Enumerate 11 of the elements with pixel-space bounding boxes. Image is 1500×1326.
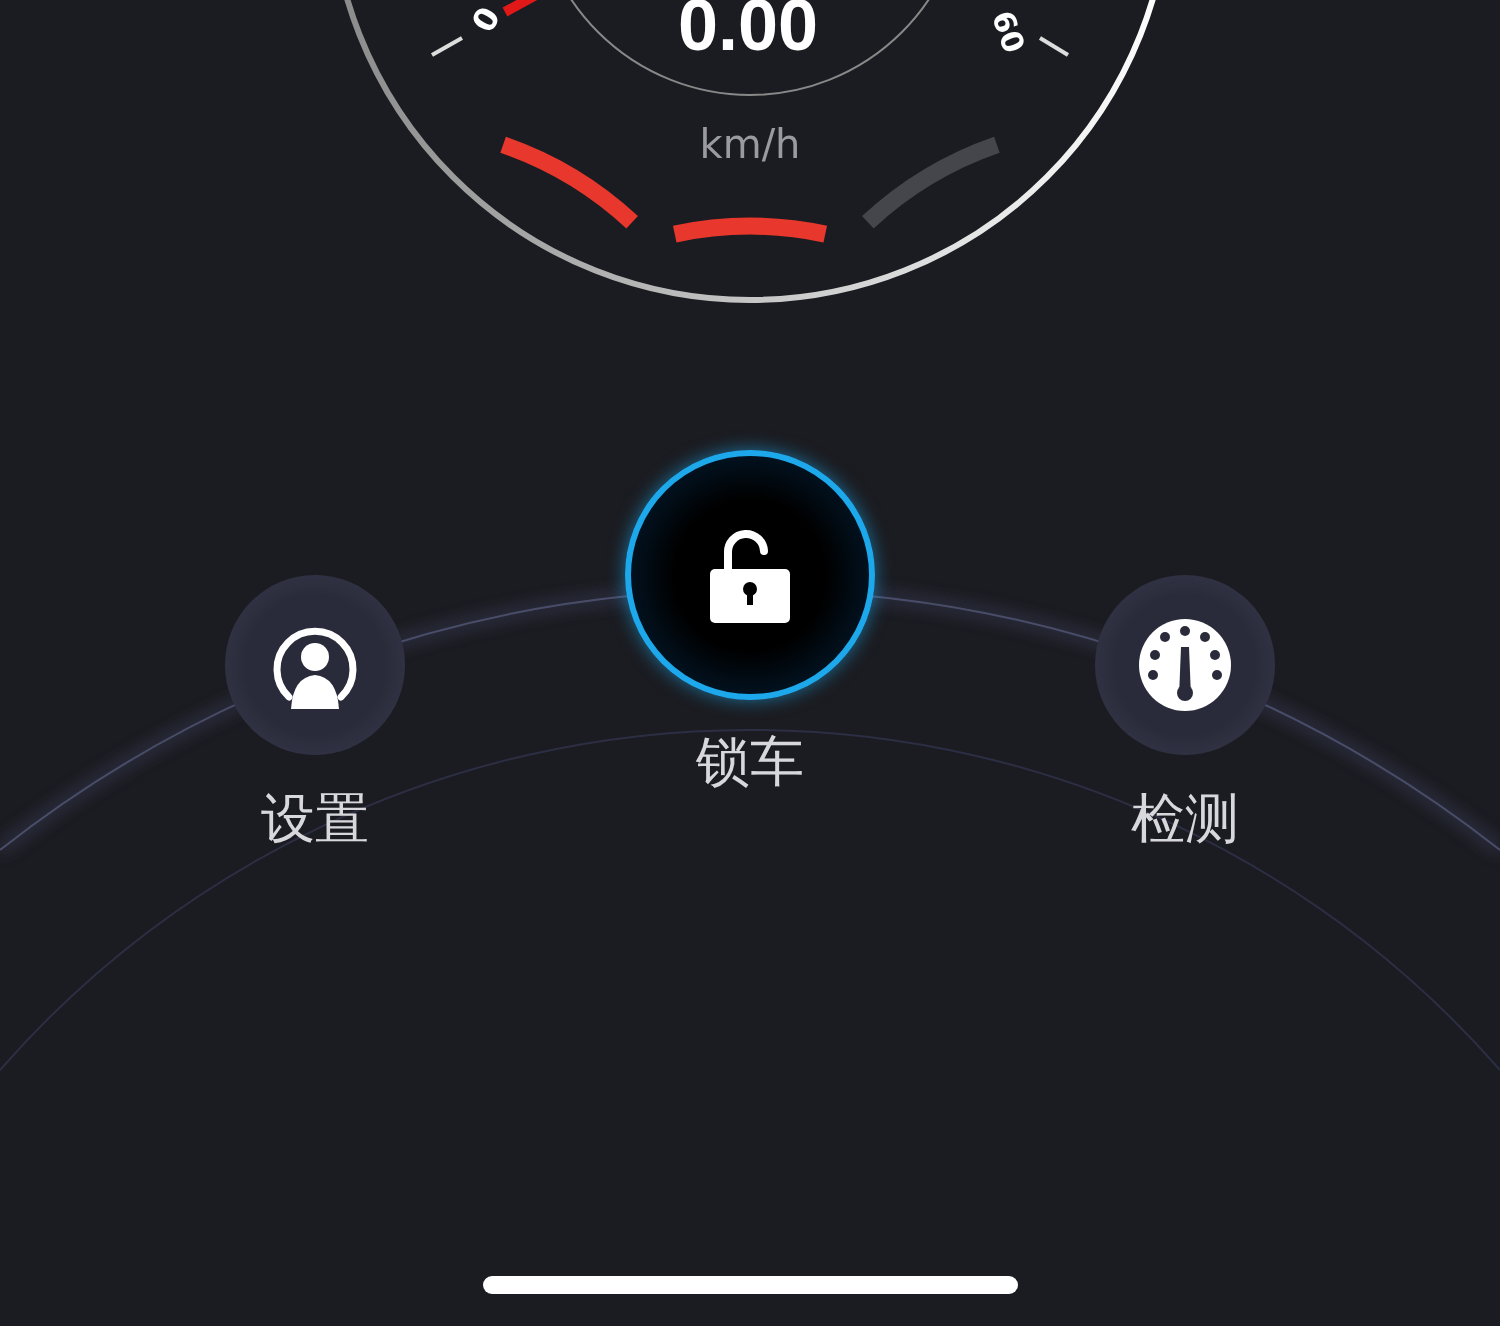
scale-label: 60 <box>984 6 1033 58</box>
dashboard-gauge-icon <box>1137 617 1233 713</box>
action-label: 设置 <box>261 787 369 852</box>
action-label: 检测 <box>1131 787 1239 852</box>
tick-mark <box>1038 36 1070 57</box>
speed-value: 0.00 <box>677 0 819 65</box>
action-label: 锁车 <box>696 730 804 795</box>
tick-mark <box>431 36 463 57</box>
speed-unit: km/h <box>699 121 801 167</box>
lock-button[interactable] <box>625 450 875 700</box>
scale-label: 0 <box>464 0 509 39</box>
